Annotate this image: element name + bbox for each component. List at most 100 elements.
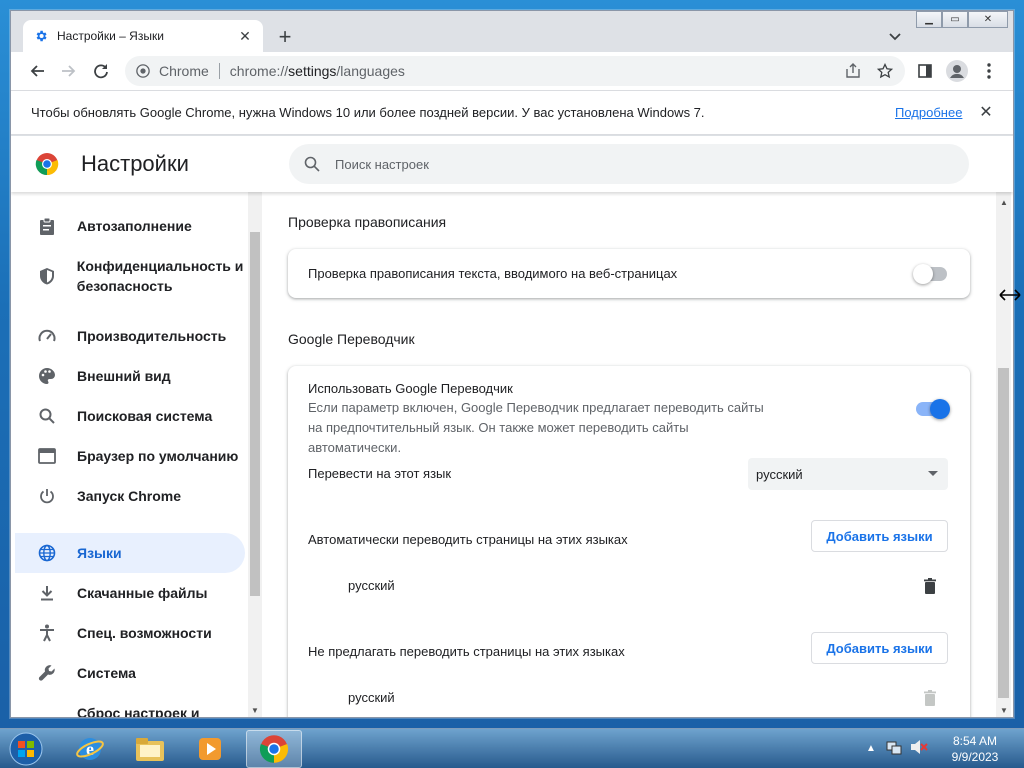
sidebar-item-on-startup[interactable]: Запуск Chrome — [15, 476, 245, 516]
bookmark-star-icon[interactable] — [873, 59, 897, 83]
search-placeholder: Поиск настроек — [335, 156, 429, 172]
add-never-languages-button[interactable]: Добавить языки — [811, 632, 948, 664]
tab-strip: Настройки – Языки ✕ + ▁ ▭ ✕ — [11, 11, 1013, 52]
address-bar[interactable]: Chrome chrome://settings/languages — [125, 56, 905, 86]
forward-arrow-icon[interactable] — [57, 59, 81, 83]
use-translate-toggle[interactable] — [916, 399, 950, 419]
sidebar-item-autofill[interactable]: Автозаполнение — [15, 206, 245, 246]
never-translate-label: Не предлагать переводить страницы на эти… — [308, 644, 625, 659]
sidebar-item-performance[interactable]: Производительность — [15, 316, 245, 356]
auto-translate-label: Автоматически переводить страницы на эти… — [308, 532, 628, 547]
translate-card: Использовать Google Переводчик Если пара… — [288, 366, 970, 717]
settings-sidebar: Автозаполнение Конфиденциальность и безо… — [11, 192, 263, 717]
sidebar-item-default-browser[interactable]: Браузер по умолчанию — [15, 436, 245, 476]
search-icon — [303, 155, 321, 173]
browser-window: Настройки – Языки ✕ + ▁ ▭ ✕ Chrome chrom… — [10, 10, 1014, 718]
volume-muted-icon[interactable] — [910, 739, 928, 758]
settings-search-input[interactable]: Поиск настроек — [289, 144, 969, 184]
close-tab-icon[interactable]: ✕ — [237, 28, 253, 44]
network-icon[interactable] — [886, 739, 902, 758]
back-arrow-icon[interactable] — [25, 59, 49, 83]
clipboard-icon — [37, 216, 57, 236]
languages-page: Проверка правописания Проверка правописа… — [263, 192, 993, 717]
reset-icon — [37, 703, 57, 717]
gear-icon — [33, 28, 49, 44]
start-button[interactable] — [6, 730, 46, 768]
tray-expand-icon[interactable]: ▲ — [866, 743, 876, 754]
sidebar-scroll-down-icon[interactable]: ▼ — [248, 704, 262, 716]
wrench-icon — [37, 663, 57, 683]
target-language-select[interactable]: русский — [748, 458, 948, 490]
url-text: chrome://settings/languages — [229, 63, 405, 79]
sidebar-item-system[interactable]: Система — [15, 653, 245, 693]
close-icon[interactable]: ✕ — [977, 103, 995, 121]
spellcheck-toggle[interactable] — [913, 264, 947, 284]
sidebar-item-privacy[interactable]: Конфиденциальность и безопасность — [15, 246, 245, 306]
maximize-button[interactable]: ▭ — [942, 11, 968, 28]
power-icon — [37, 486, 57, 506]
delete-icon[interactable] — [920, 576, 940, 596]
omnibox-separator — [218, 63, 220, 79]
system-tray: ▲ — [866, 739, 928, 758]
target-language-label: Перевести на этот язык — [308, 466, 452, 481]
main-scroll-up-icon[interactable]: ▲ — [997, 196, 1011, 208]
browser-icon — [37, 446, 57, 466]
tab-settings[interactable]: Настройки – Языки ✕ — [23, 20, 263, 52]
auto-language-item: русский — [348, 578, 395, 593]
sidebar-item-search-engine[interactable]: Поисковая система — [15, 396, 245, 436]
sidebar-item-appearance[interactable]: Внешний вид — [15, 356, 245, 396]
settings-header: Настройки Поиск настроек — [11, 136, 1013, 192]
omnibox-chip-label: Chrome — [159, 63, 209, 79]
never-language-item: русский — [348, 690, 395, 705]
sidebar-item-downloads[interactable]: Скачанные файлы — [15, 573, 245, 613]
side-panel-icon[interactable] — [913, 59, 937, 83]
page-title: Настройки — [81, 151, 189, 176]
use-translate-description: Если параметр включен, Google Переводчик… — [308, 400, 764, 455]
spellcheck-section-title: Проверка правописания — [288, 214, 447, 230]
internet-explorer-icon[interactable]: e — [62, 730, 118, 768]
add-auto-languages-button[interactable]: Добавить языки — [811, 520, 948, 552]
taskbar-clock[interactable]: 8:54 AM 9/9/2023 — [940, 733, 1010, 765]
close-window-button[interactable]: ✕ — [968, 11, 1008, 28]
dropdown-caret-icon — [928, 471, 938, 476]
sidebar-scrollbar-thumb[interactable] — [250, 232, 260, 596]
clock-date: 9/9/2023 — [951, 750, 999, 764]
minimize-button[interactable]: ▁ — [916, 11, 942, 28]
resize-cursor-icon — [999, 289, 1021, 301]
clock-time: 8:54 AM — [952, 734, 998, 748]
translate-section-title: Google Переводчик — [288, 331, 415, 347]
globe-icon — [37, 543, 57, 563]
shield-icon — [37, 266, 57, 286]
main-scroll-down-icon[interactable]: ▼ — [997, 704, 1011, 716]
chrome-chip-icon — [135, 63, 151, 79]
speedometer-icon — [37, 326, 57, 346]
reload-icon[interactable] — [89, 59, 113, 83]
file-explorer-icon[interactable] — [122, 730, 178, 768]
infobar-message: Чтобы обновлять Google Chrome, нужна Win… — [31, 105, 705, 120]
settings-content: Автозаполнение Конфиденциальность и безо… — [11, 192, 1013, 717]
download-icon — [37, 583, 57, 603]
main-scrollbar-thumb[interactable] — [998, 368, 1009, 698]
chrome-logo-icon — [35, 152, 59, 176]
delete-disabled-icon — [920, 688, 940, 708]
search-icon — [37, 406, 57, 426]
chrome-taskbar-icon[interactable] — [246, 730, 302, 768]
toolbar: Chrome chrome://settings/languages — [11, 52, 1013, 90]
spellcheck-label: Проверка правописания текста, вводимого … — [308, 266, 678, 281]
sidebar-item-languages[interactable]: Языки — [15, 533, 245, 573]
new-tab-button[interactable]: + — [273, 25, 297, 49]
media-player-icon[interactable] — [182, 730, 238, 768]
chevron-down-icon[interactable] — [885, 27, 905, 47]
profile-avatar-icon[interactable] — [945, 59, 969, 83]
sidebar-item-accessibility[interactable]: Спец. возможности — [15, 613, 245, 653]
spellcheck-card: Проверка правописания текста, вводимого … — [288, 249, 970, 298]
more-menu-icon[interactable] — [977, 59, 1001, 83]
accessibility-icon — [37, 623, 57, 643]
palette-icon — [37, 366, 57, 386]
update-infobar: Чтобы обновлять Google Chrome, нужна Win… — [11, 90, 1013, 135]
window-controls: ▁ ▭ ✕ — [916, 11, 1008, 29]
infobar-learn-more-link[interactable]: Подробнее — [895, 105, 962, 120]
sidebar-item-reset[interactable]: Сброс настроек и — [15, 693, 245, 717]
use-translate-label: Использовать Google Переводчик — [308, 381, 513, 396]
share-icon[interactable] — [841, 59, 865, 83]
